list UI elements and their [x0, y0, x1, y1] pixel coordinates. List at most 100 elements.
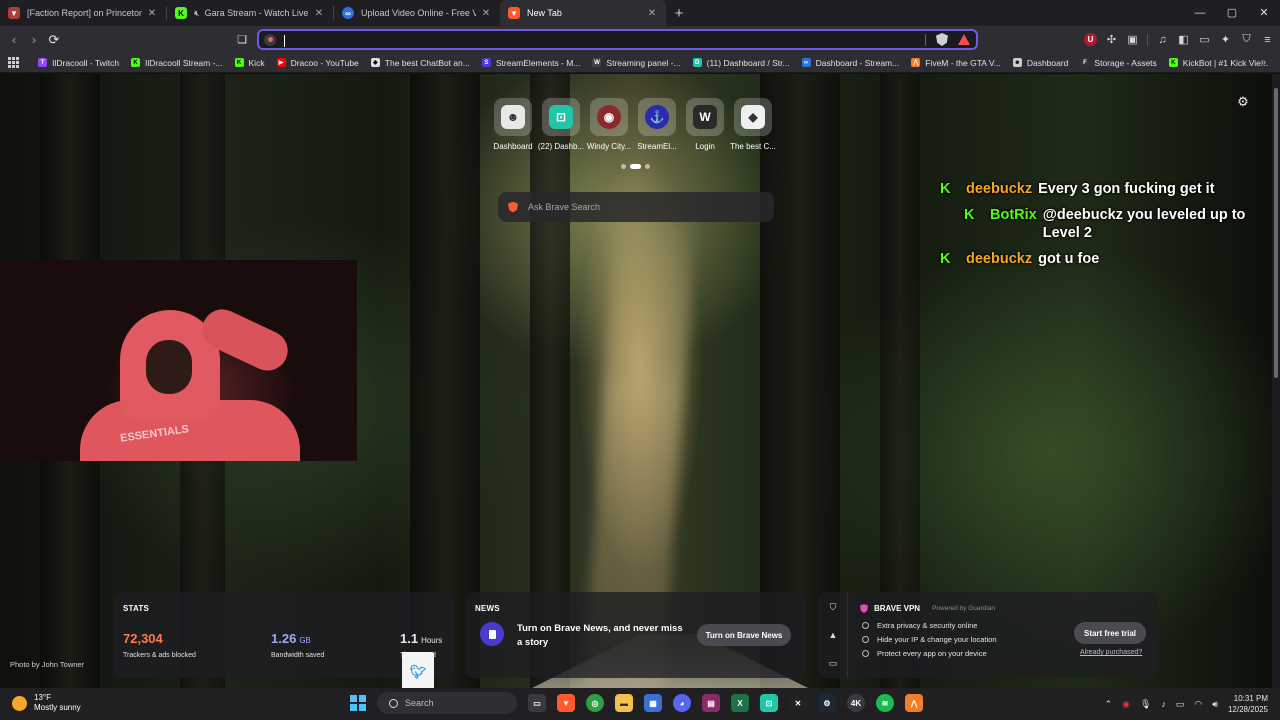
clock[interactable]: 10:31 PM 12/28/2025: [1228, 693, 1268, 715]
dashboard-icon[interactable]: ⊡: [760, 694, 778, 712]
top-site-tile[interactable]: W Login: [686, 98, 724, 151]
media-controls-icon[interactable]: ♫: [1156, 33, 1169, 46]
tile-label: (22) Dashb...: [537, 142, 585, 151]
spotify-icon[interactable]: ≋: [876, 694, 894, 712]
pager-dot[interactable]: [621, 164, 626, 169]
twitter-popup[interactable]: 🐦︎: [402, 652, 434, 692]
already-purchased-link[interactable]: Already purchased?: [1080, 649, 1142, 656]
reload-button[interactable]: ⟳: [44, 32, 64, 48]
search-engine-icon[interactable]: [264, 33, 276, 46]
brave-icon[interactable]: ▼: [557, 694, 575, 712]
muted-speaker-icon[interactable]: 🔇︎: [194, 8, 200, 19]
capcut-icon[interactable]: ✕: [789, 694, 807, 712]
store-icon[interactable]: ▦: [644, 694, 662, 712]
excel-icon[interactable]: X: [731, 694, 749, 712]
brave-shields-icon[interactable]: [936, 33, 948, 46]
trackers-value: 72,304: [123, 631, 163, 646]
vpn-icon[interactable]: ⛉: [1240, 33, 1253, 46]
bookmark-youtube[interactable]: ▶ Dracoo - YouTube: [276, 58, 359, 68]
bookmark-storage-assets[interactable]: F Storage - Assets: [1080, 58, 1157, 68]
wifi-icon[interactable]: ◠: [1194, 699, 1202, 710]
speaker-icon[interactable]: 🔊︎: [1212, 699, 1218, 710]
settings-gear-icon[interactable]: ⚙: [1236, 95, 1250, 109]
bookmark-fivem[interactable]: ⋀ FiveM - the GTA V...: [911, 58, 1001, 68]
bookmarks-overflow-icon[interactable]: »: [1260, 57, 1266, 68]
bookmark-kick[interactable]: K Kick: [234, 58, 265, 68]
top-site-tile[interactable]: ☻ Dashboard: [493, 98, 533, 151]
close-icon[interactable]: ✕: [146, 8, 158, 19]
bookmark-streaming-panel[interactable]: W Streaming panel -...: [592, 58, 681, 68]
page-scrollbar[interactable]: [1272, 74, 1280, 688]
bookmark-dashboard-stream[interactable]: ∞ Dashboard - Stream...: [801, 58, 899, 68]
news-text: Turn on Brave News, and never miss a sto…: [517, 623, 683, 648]
news-icon: [480, 622, 504, 646]
close-icon[interactable]: ✕: [480, 8, 492, 19]
tab-upload-video[interactable]: ∞ Upload Video Online - Free Video H ✕: [334, 0, 500, 26]
discord-icon[interactable]: ◕: [673, 694, 691, 712]
bookmark-kickbot[interactable]: K KickBot | #1 Kick Vie...: [1168, 58, 1268, 68]
bookmark-chatbot[interactable]: ◆ The best ChatBot an...: [370, 58, 470, 68]
maximize-button[interactable]: ▢: [1216, 0, 1248, 26]
windows-start-icon[interactable]: [350, 695, 366, 711]
close-icon[interactable]: ✕: [313, 8, 325, 19]
sidebar-icon[interactable]: ◧: [1177, 33, 1190, 46]
tab-gara-stream[interactable]: K 🔇︎ Gara Stream - Watch Live on ✕: [167, 0, 333, 26]
screenshot-icon[interactable]: ▣: [1126, 33, 1139, 46]
taskbar-search[interactable]: Search: [377, 692, 517, 714]
volume-mixer-icon[interactable]: ♪: [1161, 699, 1166, 709]
weather-widget[interactable]: 13°F Mostly sunny: [12, 693, 81, 713]
bookmark-button[interactable]: ❏: [232, 33, 252, 46]
4k-icon[interactable]: 4K: [847, 694, 865, 712]
display-icon[interactable]: ▭: [1176, 699, 1185, 710]
forward-button[interactable]: ›: [24, 32, 44, 47]
ublock-origin-icon[interactable]: U: [1084, 33, 1097, 46]
pager-dot[interactable]: [645, 164, 650, 169]
leo-ai-icon[interactable]: ✦: [1219, 33, 1232, 46]
brave-rewards-icon[interactable]: [958, 34, 970, 45]
address-bar[interactable]: [257, 29, 978, 50]
new-tab-button[interactable]: +: [666, 5, 692, 22]
scrollbar-thumb[interactable]: [1274, 88, 1278, 378]
tab-new-tab[interactable]: ▼ New Tab ✕: [500, 0, 666, 26]
bookmark-dashboard[interactable]: ☻ Dashboard: [1012, 58, 1068, 68]
apps-grid-icon[interactable]: [8, 57, 24, 68]
menu-icon[interactable]: ≡: [1261, 33, 1274, 46]
close-window-button[interactable]: ✕: [1248, 0, 1280, 26]
bookmark-dashboard-str[interactable]: D (11) Dashboard / Str...: [692, 58, 790, 68]
extensions-puzzle-icon[interactable]: ✣: [1105, 33, 1118, 46]
bookmark-streamelements[interactable]: S StreamElements - M...: [481, 58, 580, 68]
close-icon[interactable]: ✕: [646, 8, 658, 19]
rewards-triangle-icon[interactable]: ▲: [828, 630, 838, 640]
steam-icon[interactable]: ⚙: [818, 694, 836, 712]
tab-faction-report[interactable]: ▼ [Faction Report] on PrincetonBlock / ✕: [0, 0, 166, 26]
top-site-tile[interactable]: ◉ Windy City...: [587, 98, 631, 151]
bookmark-kick-stream[interactable]: K IlDracooll Stream -...: [131, 58, 223, 68]
fivem-icon: ⋀: [911, 58, 921, 67]
fivem-icon[interactable]: ⋀: [905, 694, 923, 712]
winrar-icon[interactable]: ▤: [702, 694, 720, 712]
vpn-widget: ⛉ ▲ ▭ BRAVE VPN Powered by Guardian Extr…: [818, 592, 1158, 678]
webcam-person: [146, 340, 192, 394]
vpn-shield-icon[interactable]: ⛉: [828, 602, 838, 612]
pager-dot-active[interactable]: [630, 164, 641, 169]
obs-icon[interactable]: ◉: [1122, 699, 1130, 710]
photo-credit[interactable]: Photo by John Towner: [10, 660, 84, 669]
tab-title: [Faction Report] on PrincetonBlock /: [27, 8, 142, 18]
start-free-trial-button[interactable]: Start free trial: [1074, 622, 1146, 644]
url-input[interactable]: [276, 33, 925, 46]
file-explorer-icon[interactable]: ▬: [615, 694, 633, 712]
task-view-icon[interactable]: ▭: [528, 694, 546, 712]
tray-overflow-icon[interactable]: ⌃: [1105, 699, 1113, 710]
turn-on-news-button[interactable]: Turn on Brave News: [697, 624, 791, 646]
top-site-tile[interactable]: ⚓ StreamEl...: [637, 98, 677, 151]
brave-search-box[interactable]: Ask Brave Search: [498, 192, 774, 222]
bookmark-twitch[interactable]: T IlDracooll - Twitch: [38, 58, 119, 68]
top-site-tile[interactable]: ◆ The best C...: [730, 98, 776, 151]
back-button[interactable]: ‹: [4, 32, 24, 47]
chrome-icon[interactable]: ◎: [586, 694, 604, 712]
minimize-button[interactable]: —: [1184, 0, 1216, 26]
top-site-tile[interactable]: ⊡ (22) Dashb...: [538, 98, 584, 151]
wallet-icon[interactable]: ▭: [1198, 33, 1211, 46]
microphone-icon[interactable]: 🎙︎: [1140, 699, 1151, 710]
cards-icon[interactable]: ▭: [828, 658, 838, 668]
